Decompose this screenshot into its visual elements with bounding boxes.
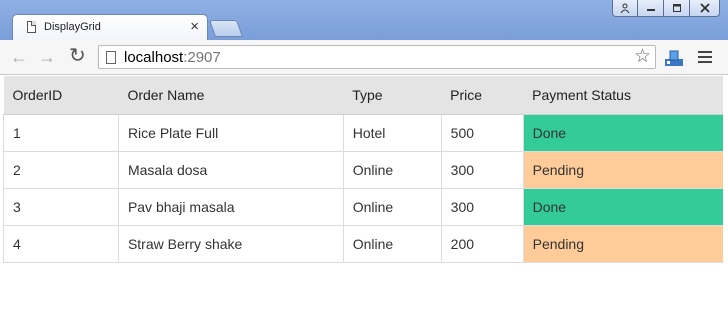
grid-header-row: OrderID Order Name Type Price Payment St… <box>3 76 723 115</box>
column-header-order-name[interactable]: Order Name <box>118 76 344 115</box>
type-cell: Hotel <box>343 114 442 152</box>
order-name-cell: Straw Berry shake <box>118 225 344 263</box>
reload-icon[interactable]: ↻ <box>69 46 86 66</box>
hamburger-menu-icon[interactable] <box>698 51 712 63</box>
browser-toolbar: ← → ↻ localhost:2907 ☆ <box>0 40 728 75</box>
title-bar: DisplayGrid × <box>0 0 728 40</box>
close-window-icon[interactable] <box>690 0 720 17</box>
order-id-cell: 4 <box>3 225 119 263</box>
table-row[interactable]: 1 Rice Plate Full Hotel 500 Done <box>3 114 723 152</box>
column-header-price[interactable]: Price <box>441 76 524 115</box>
column-header-type[interactable]: Type <box>343 76 442 115</box>
close-tab-icon[interactable]: × <box>190 18 199 36</box>
page-icon <box>106 51 116 64</box>
order-id-cell: 3 <box>3 188 119 226</box>
table-row[interactable]: 3 Pav bhaji masala Online 300 Done <box>3 188 723 226</box>
orders-grid: OrderID Order Name Type Price Payment St… <box>3 76 723 263</box>
order-name-cell: Pav bhaji masala <box>118 188 344 226</box>
order-id-cell: 1 <box>3 114 119 152</box>
window-controls <box>612 0 720 18</box>
restore-icon[interactable] <box>664 0 690 17</box>
browser-tab[interactable]: DisplayGrid × <box>12 14 208 40</box>
price-cell: 200 <box>441 225 524 263</box>
price-cell: 300 <box>441 188 524 226</box>
order-name-cell: Masala dosa <box>118 151 344 189</box>
minimize-icon[interactable] <box>638 0 664 17</box>
address-bar[interactable]: localhost:2907 ☆ <box>98 45 656 69</box>
order-name-cell: Rice Plate Full <box>118 114 344 152</box>
price-cell: 300 <box>441 151 524 189</box>
extension-icon[interactable] <box>664 49 684 67</box>
table-row[interactable]: 4 Straw Berry shake Online 200 Pending <box>3 225 723 263</box>
table-row[interactable]: 2 Masala dosa Online 300 Pending <box>3 151 723 189</box>
column-header-payment-status[interactable]: Payment Status <box>523 76 723 115</box>
new-tab-button[interactable] <box>208 20 244 37</box>
star-icon[interactable]: ☆ <box>634 47 651 67</box>
user-icon[interactable] <box>612 0 638 17</box>
type-cell: Online <box>343 225 442 263</box>
price-cell: 500 <box>441 114 524 152</box>
column-header-orderid[interactable]: OrderID <box>3 76 119 115</box>
payment-status-cell: Pending <box>523 225 723 263</box>
order-id-cell: 2 <box>3 151 119 189</box>
url-text: localhost:2907 <box>124 49 221 66</box>
tab-title: DisplayGrid <box>44 21 101 33</box>
forward-arrow-icon[interactable]: → <box>38 48 56 66</box>
type-cell: Online <box>343 151 442 189</box>
page-icon <box>27 21 36 33</box>
payment-status-cell: Pending <box>523 151 723 189</box>
type-cell: Online <box>343 188 442 226</box>
back-arrow-icon[interactable]: ← <box>10 48 28 66</box>
payment-status-cell: Done <box>523 114 723 152</box>
payment-status-cell: Done <box>523 188 723 226</box>
